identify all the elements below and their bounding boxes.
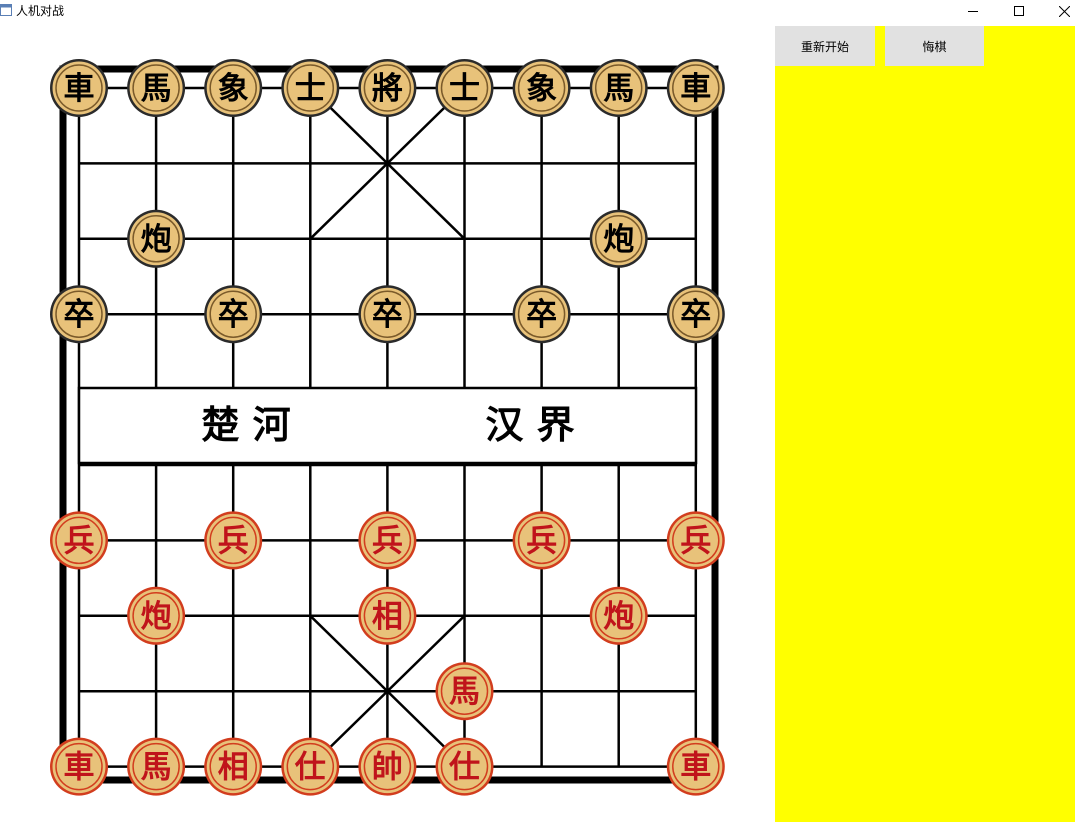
red-piece[interactable]: 馬 [127,737,186,796]
piece-label: 兵 [680,523,711,559]
close-icon [1058,5,1070,17]
red-piece[interactable]: 帥 [358,737,417,796]
piece-label: 炮 [603,599,634,635]
piece-label: 車 [64,750,95,786]
app-window-icon [0,4,12,16]
piece-label: 象 [526,71,557,107]
red-piece[interactable]: 仕 [281,737,340,796]
black-piece[interactable]: 象 [204,59,263,117]
black-piece[interactable]: 炮 [127,209,186,268]
river-label-right: 汉 界 [485,402,574,447]
minimize-icon [968,11,978,12]
board-grid: 楚 河 汉 界 車馬象士將士象馬車炮 炮卒卒卒卒卒兵兵兵兵兵炮相炮馬車馬相仕帥仕車 [50,59,725,796]
maximize-button[interactable] [996,0,1042,22]
red-piece[interactable]: 炮 [589,586,648,645]
black-piece[interactable]: 象 [512,59,571,117]
piece-label: 士 [449,71,480,107]
maximize-icon [1014,6,1024,16]
undo-button[interactable]: 悔棋 [885,26,984,66]
black-piece[interactable]: 車 [50,59,108,117]
black-piece[interactable]: 將 [358,59,417,117]
black-piece[interactable]: 士 [281,59,340,117]
piece-label: 帥 [372,750,403,786]
minimize-button[interactable] [950,0,996,22]
piece-label: 炮 [141,599,172,635]
piece-label: 馬 [141,750,172,786]
close-button[interactable] [1041,0,1076,22]
piece-label: 兵 [64,523,95,559]
piece-label: 象 [218,71,249,107]
black-piece[interactable]: 士 [435,59,494,117]
chess-board[interactable]: 楚 河 汉 界 車馬象士將士象馬車炮炮卒卒卒卒卒兵兵兵兵兵炮相炮馬車馬相仕帥仕車 [0,22,772,823]
black-piece[interactable]: 炮 [589,209,648,268]
red-piece[interactable]: 兵 [50,511,108,570]
piece-label: 仕 [295,750,326,786]
black-piece[interactable]: 卒 [358,285,417,344]
piece-label: 相 [372,599,403,635]
red-piece[interactable]: 仕 [435,737,494,796]
piece-label: 仕 [449,750,480,786]
black-piece[interactable]: 馬 [127,59,186,117]
restart-button[interactable]: 重新开始 [775,26,875,66]
black-piece[interactable]: 卒 [204,285,263,344]
piece-label: 卒 [218,297,249,333]
piece-label: 車 [680,71,711,107]
red-piece[interactable]: 車 [50,737,108,796]
red-piece[interactable]: 兵 [512,511,571,570]
black-piece[interactable]: 馬 [589,59,648,117]
red-piece[interactable]: 馬 [435,662,494,721]
black-piece[interactable]: 卒 [666,285,725,344]
piece-label: 車 [64,71,95,107]
piece-label: 馬 [449,674,480,710]
red-piece[interactable]: 炮 [127,586,186,645]
red-piece[interactable]: 兵 [204,511,263,570]
piece-label: 馬 [603,71,634,107]
piece-label: 兵 [526,523,557,559]
river-label-left: 楚 河 [201,402,290,447]
piece-label: 兵 [372,523,403,559]
red-piece[interactable]: 相 [358,586,417,645]
piece-label: 相 [218,750,249,786]
red-piece[interactable]: 兵 [358,511,417,570]
piece-label: 馬 [141,71,172,107]
window-title: 人机对战 [16,4,65,18]
black-piece[interactable]: 卒 [50,285,108,344]
red-piece[interactable]: 車 [666,737,725,796]
black-piece[interactable]: 車 [666,59,725,117]
piece-label: 卒 [526,297,557,333]
piece-label: 炮 [141,222,172,258]
river-band [77,386,698,465]
piece-label: 兵 [218,523,249,559]
piece-label: 卒 [64,297,95,333]
red-piece[interactable]: 兵 [666,511,725,570]
piece-label: 士 [295,71,326,107]
piece-label: 卒 [372,297,403,333]
red-piece[interactable]: 相 [204,737,263,796]
piece-label: 車 [680,750,711,786]
window-titlebar: 人机对战 [0,0,1076,22]
piece-label: 將 [372,71,403,107]
black-piece[interactable]: 卒 [512,285,571,344]
piece-label: 卒 [680,297,711,333]
piece-label: 炮 [603,222,634,258]
side-panel: 重新开始 悔棋 [775,26,1075,822]
